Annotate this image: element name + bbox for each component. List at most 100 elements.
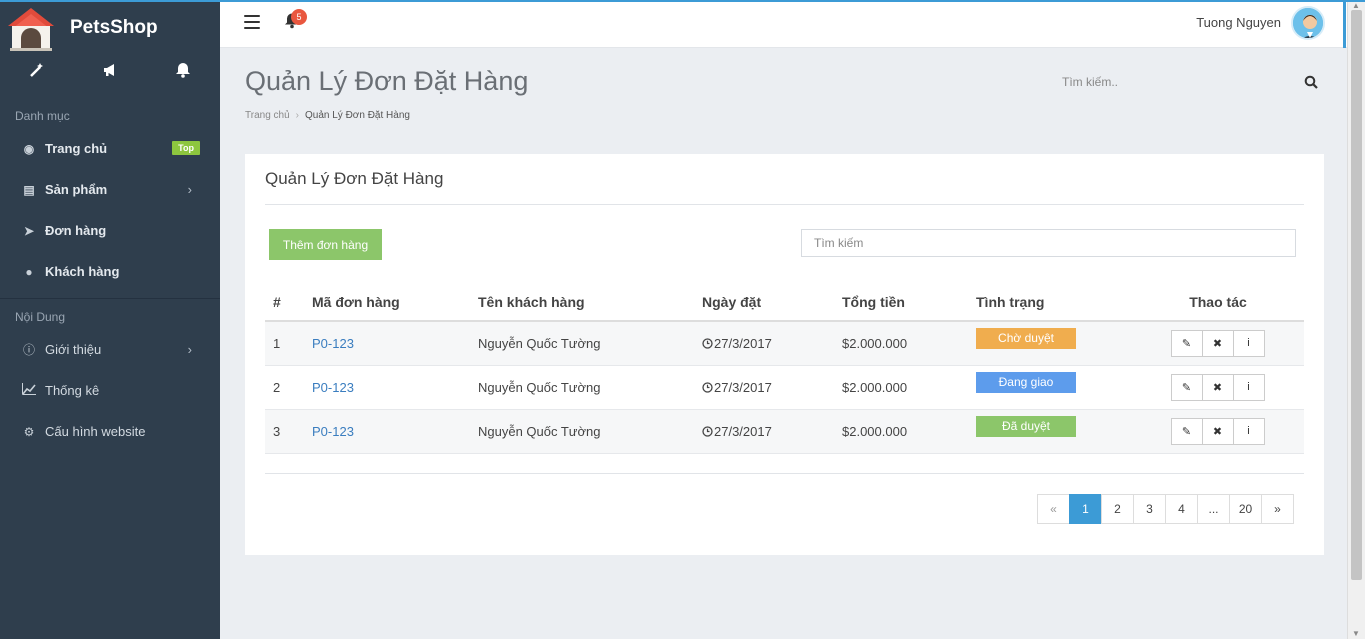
- row-actions: ✎ ✖ i: [1140, 373, 1296, 401]
- order-date: 27/3/2017: [714, 379, 772, 395]
- page-button-2[interactable]: 2: [1101, 494, 1134, 524]
- order-code-link[interactable]: P0-123: [312, 380, 354, 395]
- table-search-input[interactable]: [801, 229, 1296, 257]
- col-header-total: Tổng tiền: [834, 284, 968, 322]
- order-date: 27/3/2017: [714, 335, 772, 351]
- scrollbar-thumb[interactable]: [1351, 10, 1362, 580]
- house-logo-icon: [4, 4, 58, 52]
- info-icon: i: [1247, 337, 1250, 350]
- chevron-right-icon: ›: [187, 342, 192, 357]
- customer-name: Nguyễn Quốc Tường: [470, 409, 694, 454]
- page-next-button[interactable]: »: [1261, 494, 1294, 524]
- sidebar-item-label: Cấu hình website: [45, 424, 146, 439]
- page-title: Quản Lý Đơn Đặt Hàng: [245, 66, 529, 96]
- menu-toggle-icon[interactable]: [244, 15, 260, 33]
- page-button-3[interactable]: 3: [1133, 494, 1166, 524]
- page-button-4[interactable]: 4: [1165, 494, 1198, 524]
- user-icon: ●: [25, 264, 33, 279]
- sidebar-item-trang-chu[interactable]: ◉ Trang chủ Top: [0, 128, 220, 169]
- info-button[interactable]: i: [1232, 329, 1265, 357]
- edit-button[interactable]: ✎: [1170, 373, 1203, 401]
- user-name[interactable]: Tuong Nguyen: [1196, 15, 1281, 30]
- table-row: 3 P0-123 Nguyễn Quốc Tường 27/3/2017 $2.…: [265, 409, 1304, 454]
- gears-icon: ⚙: [23, 424, 35, 439]
- search-icon[interactable]: [1304, 75, 1318, 89]
- customer-name: Nguyễn Quốc Tường: [470, 365, 694, 410]
- pencil-icon: ✎: [1181, 381, 1192, 394]
- edit-button[interactable]: ✎: [1170, 329, 1203, 357]
- col-header-status: Tình trạng: [968, 284, 1132, 322]
- header-search-input[interactable]: Tìm kiếm..: [1062, 75, 1118, 89]
- sidebar-item-label: Đơn hàng: [45, 223, 107, 238]
- chevron-right-icon: ›: [187, 182, 192, 197]
- page-button-1[interactable]: 1: [1069, 494, 1102, 524]
- magic-wand-icon[interactable]: [17, 62, 57, 98]
- pagination: « 1 2 3 4 ... 20 »: [1037, 494, 1294, 524]
- close-icon: ✖: [1212, 337, 1223, 350]
- info-button[interactable]: i: [1232, 417, 1265, 445]
- sidebar-item-thong-ke[interactable]: Thống kê: [0, 370, 220, 411]
- order-code-link[interactable]: P0-123: [312, 424, 354, 439]
- product-icon: ▤: [23, 182, 35, 197]
- sidebar-item-label: Khách hàng: [45, 264, 120, 279]
- order-total: $2.000.000: [834, 365, 968, 410]
- order-date-cell: 27/3/2017: [694, 365, 834, 410]
- avatar[interactable]: [1291, 6, 1325, 40]
- sidebar-item-cau-hinh[interactable]: ⚙ Cấu hình website: [0, 411, 220, 452]
- order-total: $2.000.000: [834, 409, 968, 454]
- right-accent-line: [1343, 2, 1346, 48]
- col-header-num: #: [265, 284, 304, 322]
- top-accent-line: [0, 0, 1365, 2]
- dashboard-icon: ◉: [23, 141, 35, 156]
- info-icon: i: [1247, 381, 1250, 393]
- clock-icon: [702, 425, 713, 437]
- row-num: 1: [265, 321, 304, 366]
- clock-icon: [702, 337, 713, 349]
- megaphone-icon[interactable]: [90, 62, 130, 98]
- col-header-customer: Tên khách hàng: [470, 284, 694, 322]
- brand[interactable]: PetsShop: [0, 0, 220, 56]
- panel-divider: [265, 204, 1304, 205]
- breadcrumb: Trang chủ › Quản Lý Đơn Đặt Hàng: [245, 110, 410, 121]
- top-badge: Top: [172, 141, 200, 155]
- header-search[interactable]: Tìm kiếm..: [1062, 73, 1324, 95]
- delete-button[interactable]: ✖: [1201, 417, 1234, 445]
- panel-divider-bottom: [265, 473, 1304, 474]
- bell-icon[interactable]: [163, 62, 203, 98]
- info-icon: ⓘ: [22, 343, 35, 357]
- brand-name: PetsShop: [70, 17, 158, 38]
- row-actions: ✎ ✖ i: [1140, 329, 1296, 357]
- page-ellipsis: ...: [1197, 494, 1230, 524]
- quick-actions: [0, 56, 220, 98]
- sidebar-item-label: Sản phẩm: [45, 182, 108, 197]
- sidebar-item-gioi-thieu[interactable]: ⓘ Giới thiệu ›: [0, 329, 220, 370]
- pencil-icon: ✎: [1181, 425, 1192, 438]
- scroll-up-arrow-icon[interactable]: ▲: [1352, 1, 1360, 10]
- close-icon: ✖: [1212, 381, 1223, 394]
- sidebar-item-label: Trang chủ: [45, 141, 108, 156]
- chart-icon: [20, 383, 38, 398]
- delete-button[interactable]: ✖: [1201, 329, 1234, 357]
- page-button-20[interactable]: 20: [1229, 494, 1262, 524]
- sidebar-item-khach-hang[interactable]: ● Khách hàng: [0, 251, 220, 292]
- delete-button[interactable]: ✖: [1201, 373, 1234, 401]
- vertical-scrollbar[interactable]: ▲ ▼: [1347, 0, 1365, 639]
- customer-name: Nguyễn Quốc Tường: [470, 321, 694, 366]
- order-code-link[interactable]: P0-123: [312, 336, 354, 351]
- edit-button[interactable]: ✎: [1170, 417, 1203, 445]
- sidebar-item-don-hang[interactable]: ➤ Đơn hàng: [0, 210, 220, 251]
- row-num: 2: [265, 365, 304, 410]
- add-order-button[interactable]: Thêm đơn hàng: [269, 229, 382, 260]
- col-header-actions: Thao tác: [1132, 284, 1304, 322]
- sidebar: PetsShop Danh mục ◉ Trang chủ Top ▤ Sản …: [0, 0, 220, 639]
- page-prev-button[interactable]: «: [1037, 494, 1070, 524]
- info-button[interactable]: i: [1232, 373, 1265, 401]
- col-header-code: Mã đơn hàng: [304, 284, 470, 322]
- breadcrumb-home[interactable]: Trang chủ: [245, 110, 290, 121]
- sidebar-item-san-pham[interactable]: ▤ Sản phẩm ›: [0, 169, 220, 210]
- info-icon: i: [1247, 425, 1250, 437]
- panel-title: Quản Lý Đơn Đặt Hàng: [265, 169, 444, 188]
- scroll-down-arrow-icon[interactable]: ▼: [1352, 629, 1360, 638]
- section-title-noi-dung: Nội Dung: [15, 310, 66, 324]
- notification-count-badge: 5: [291, 9, 307, 25]
